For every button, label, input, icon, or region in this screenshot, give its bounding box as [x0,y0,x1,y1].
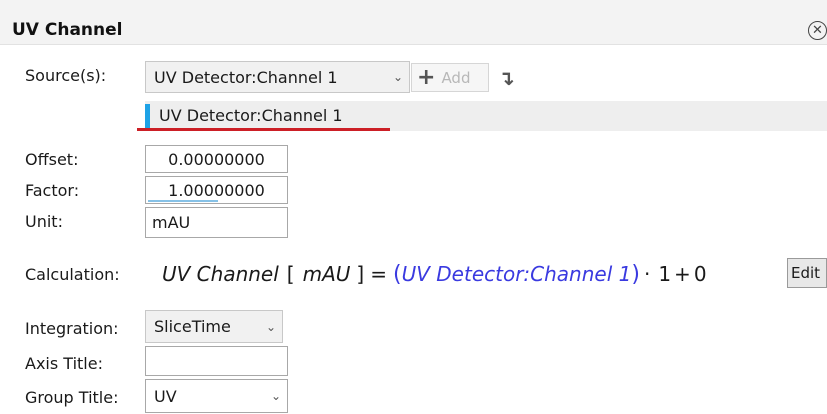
plus-icon: + [417,64,436,90]
formula-equals: = [370,262,387,286]
integration-select-value: SliceTime [154,317,231,336]
formula-open-bracket: [ [286,262,295,286]
unit-value: mAU [152,213,191,232]
axis-title-input[interactable] [145,346,288,376]
unit-input[interactable]: mAU [145,207,288,238]
arrow-down-right-icon[interactable]: ↴ [498,66,518,90]
formula-close-paren: ) [631,262,640,287]
factor-focus-indicator [148,200,218,202]
calculation-label: Calculation: [25,265,120,284]
formula-close-bracket: ] [356,262,365,286]
group-title-label: Group Title: [25,388,119,407]
chevron-down-icon: ⌄ [392,70,404,84]
panel-header: UV Channel ✕ [0,0,827,45]
formula-factor: 1 [658,262,672,286]
group-title-select[interactable]: UV ⌄ [145,379,288,413]
source-list-item-label: UV Detector:Channel 1 [159,106,343,125]
axis-title-label: Axis Title: [25,354,103,373]
formula-channel: UV Channel [162,262,279,286]
integration-label: Integration: [25,319,119,338]
calculation-formula: UV Channel [ mAU ] = ( UV Detector:Chann… [162,262,707,287]
selection-accent [145,104,150,128]
integration-select[interactable]: SliceTime ⌄ [145,310,283,343]
source-select-value: UV Detector:Channel 1 [154,67,338,87]
formula-unit: mAU [302,262,351,286]
panel-title: UV Channel [12,20,123,40]
edit-button-label: Edit [791,264,821,282]
offset-value: 0.00000000 [168,149,265,169]
annotation-underline [137,128,390,131]
formula-source-link[interactable]: UV Detector:Channel 1 [402,262,632,286]
close-icon[interactable]: ✕ [808,21,827,40]
chevron-down-icon: ⌄ [270,389,282,403]
add-source-button[interactable]: + Add [411,63,489,92]
formula-dot: · [643,262,651,286]
group-title-value: UV [154,386,177,406]
source-select[interactable]: UV Detector:Channel 1 ⌄ [145,61,410,93]
factor-label: Factor: [25,181,80,200]
formula-open-paren: ( [393,262,402,287]
chevron-down-icon: ⌄ [265,319,277,334]
source-label: Source(s): [25,66,107,85]
offset-input[interactable]: 0.00000000 [145,145,288,173]
uv-channel-panel: UV Channel ✕ Source(s): UV Detector:Chan… [0,0,827,414]
add-button-label: Add [441,68,471,87]
formula-offset: 0 [693,262,707,286]
source-list-item[interactable]: UV Detector:Channel 1 [145,101,827,131]
factor-value: 1.00000000 [168,180,265,200]
edit-calculation-button[interactable]: Edit [787,258,827,288]
unit-label: Unit: [25,212,63,231]
offset-label: Offset: [25,150,79,169]
formula-plus: + [674,262,691,286]
